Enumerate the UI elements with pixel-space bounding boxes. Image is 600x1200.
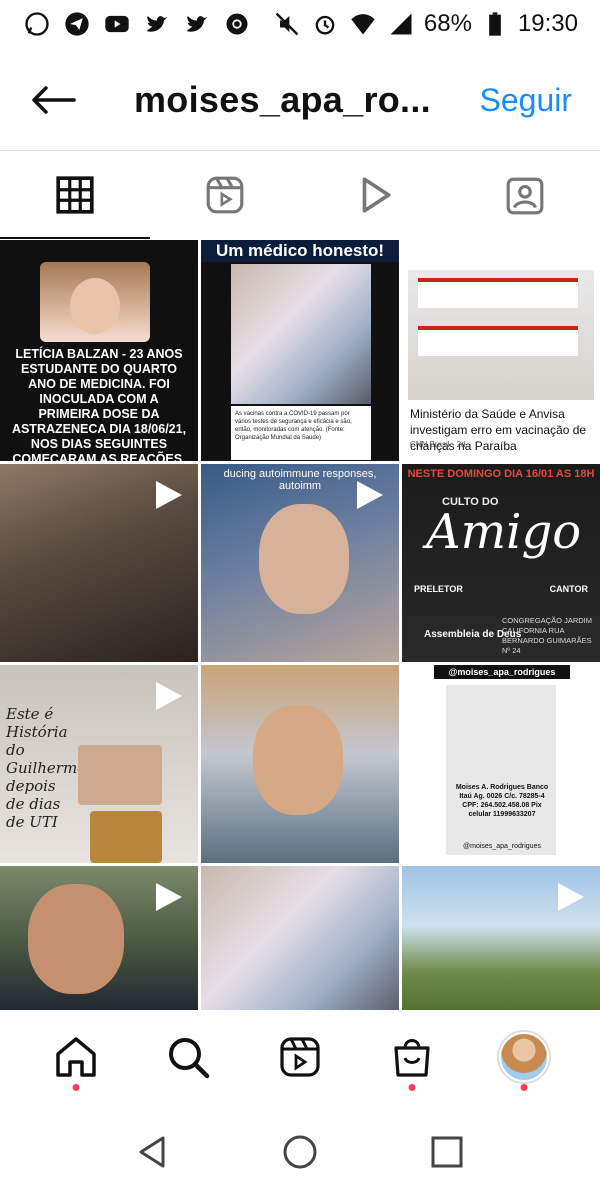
post-tile[interactable] bbox=[201, 866, 399, 1010]
account-tag: @moises_apa_rodrigues bbox=[434, 665, 570, 679]
handwritten-caption: Este é História do Guilherme depois de d… bbox=[6, 705, 87, 831]
notification-dot bbox=[520, 1084, 528, 1091]
post-tile[interactable]: NESTE DOMINGO DIA 16/01 AS 18H CULTO DO … bbox=[402, 464, 600, 662]
post-note-text: As vacinas contra a COVID-19 passam por … bbox=[231, 406, 371, 460]
back-arrow-icon[interactable] bbox=[28, 75, 78, 125]
tagged-icon bbox=[506, 177, 544, 215]
notification-dot bbox=[72, 1084, 80, 1091]
whatsapp-icon bbox=[22, 9, 52, 39]
battery-icon bbox=[480, 9, 510, 39]
video-play-icon bbox=[357, 481, 383, 509]
profile-tabs bbox=[0, 151, 600, 239]
post-tile[interactable]: Este é História do Guilherme depois de d… bbox=[0, 665, 198, 863]
reels-icon bbox=[280, 1037, 320, 1077]
status-left-icons bbox=[22, 9, 252, 39]
avatar bbox=[499, 1032, 549, 1082]
post-tile[interactable]: Ministério da Saúde e Anvisa investigam … bbox=[402, 240, 600, 461]
chrome-icon bbox=[222, 9, 252, 39]
video-play-icon bbox=[156, 682, 182, 710]
post-photo bbox=[253, 705, 343, 815]
system-navigation bbox=[0, 1104, 600, 1200]
post-tile[interactable]: @moises_apa_rodrigues Moises A. Rodrigue… bbox=[402, 665, 600, 863]
cantor-label: CANTOR bbox=[549, 584, 588, 594]
recents-square-icon[interactable] bbox=[427, 1132, 467, 1172]
tab-tagged[interactable] bbox=[450, 151, 600, 239]
battery-percent: 68% bbox=[423, 10, 472, 37]
event-title: Amigo bbox=[426, 504, 582, 560]
post-tile[interactable] bbox=[402, 866, 600, 1010]
video-play-icon bbox=[156, 481, 182, 509]
status-bar: 68% 19:30 bbox=[0, 0, 600, 48]
wifi-icon bbox=[348, 9, 378, 39]
search-icon bbox=[169, 1038, 210, 1079]
post-tile[interactable] bbox=[201, 665, 399, 863]
profile-header: moises_apa_ro... Seguir bbox=[0, 60, 600, 140]
nav-profile[interactable] bbox=[496, 1029, 552, 1091]
twitter-icon bbox=[182, 9, 212, 39]
signal-icon bbox=[386, 9, 416, 39]
post-photo bbox=[78, 745, 162, 805]
tab-grid[interactable] bbox=[0, 151, 150, 239]
video-play-icon bbox=[558, 883, 584, 911]
bottom-navigation bbox=[0, 1010, 600, 1104]
post-photo bbox=[40, 262, 150, 342]
post-tile[interactable]: Um médico honesto! As vacinas contra a C… bbox=[201, 240, 399, 461]
nav-home[interactable] bbox=[48, 1029, 104, 1091]
post-photo bbox=[408, 270, 594, 400]
home-circle-icon[interactable] bbox=[280, 1132, 320, 1172]
tab-reels[interactable] bbox=[150, 151, 300, 239]
posts-grid: Letícia Balzan - 23 anos estudante do qu… bbox=[0, 240, 600, 1010]
preletor-label: PRELETOR bbox=[414, 584, 463, 594]
post-photo bbox=[28, 884, 124, 994]
post-banner-text: Um médico honesto! bbox=[201, 240, 399, 262]
post-tile[interactable]: ducing autoimmune responses, autoimm bbox=[201, 464, 399, 662]
news-source: CNN Brasil · 2d bbox=[410, 440, 466, 449]
nav-shop[interactable] bbox=[384, 1029, 440, 1091]
nav-search[interactable] bbox=[160, 1029, 216, 1085]
post-photo bbox=[231, 264, 371, 404]
nav-reels[interactable] bbox=[272, 1029, 328, 1085]
status-right: 68% 19:30 bbox=[272, 9, 578, 39]
mute-icon bbox=[272, 9, 302, 39]
bank-info-text: Moises A. Rodrigues Banco Itaú Ag. 0026 … bbox=[455, 784, 549, 818]
post-photo bbox=[90, 811, 162, 863]
home-icon bbox=[56, 1037, 96, 1077]
video-play-icon bbox=[156, 883, 182, 911]
grid-icon bbox=[56, 176, 94, 214]
shop-icon bbox=[394, 1039, 430, 1077]
account-handle: @moises_apa_rodrigues bbox=[463, 843, 541, 850]
post-tile[interactable]: Letícia Balzan - 23 anos estudante do qu… bbox=[0, 240, 198, 461]
back-triangle-icon[interactable] bbox=[133, 1132, 173, 1172]
profile-username: moises_apa_ro... bbox=[134, 79, 431, 120]
post-photo bbox=[259, 504, 349, 614]
follow-button[interactable]: Seguir bbox=[480, 82, 573, 119]
event-address: CONGREGAÇÃO JARDIM CALIFORNIA RUA BERNAR… bbox=[502, 616, 593, 655]
post-photo bbox=[446, 685, 556, 855]
reels-icon bbox=[206, 176, 244, 214]
alarm-icon bbox=[310, 9, 340, 39]
post-tile[interactable] bbox=[0, 866, 198, 1010]
telegram-icon bbox=[62, 9, 92, 39]
post-tile[interactable] bbox=[0, 464, 198, 662]
twitter-icon bbox=[142, 9, 172, 39]
play-icon bbox=[362, 177, 391, 213]
post-caption-text: Letícia Balzan - 23 anos estudante do qu… bbox=[11, 347, 187, 461]
youtube-icon bbox=[102, 9, 132, 39]
tab-videos[interactable] bbox=[300, 151, 450, 239]
clock: 19:30 bbox=[517, 10, 578, 37]
notification-dot bbox=[408, 1084, 416, 1091]
event-date-text: NESTE DOMINGO DIA 16/01 AS 18H bbox=[407, 468, 595, 480]
